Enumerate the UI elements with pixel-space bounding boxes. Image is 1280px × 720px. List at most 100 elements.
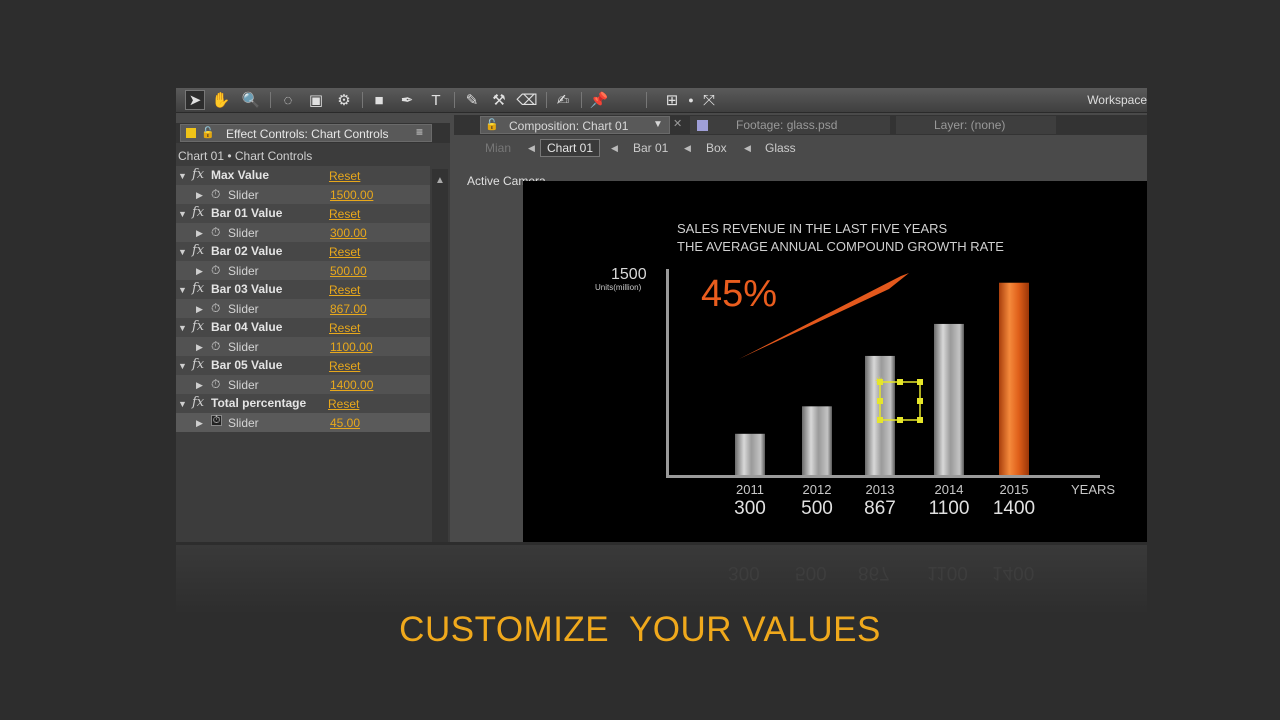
stopwatch-icon[interactable]: ⏱ [211, 187, 220, 202]
scroll-up-icon[interactable]: ▲ [435, 175, 445, 186]
expand-triangle-icon[interactable]: ▶ [196, 190, 203, 201]
reset-link[interactable]: Reset [329, 283, 360, 297]
camera-icon[interactable]: ▣ [306, 90, 326, 110]
effect-row-bar-01[interactable]: ▼ fx Bar 01 Value Reset [176, 204, 430, 223]
eraser-icon[interactable]: ⌫ [516, 90, 537, 110]
expand-triangle-icon[interactable]: ▶ [196, 304, 203, 315]
collapse-triangle-icon[interactable]: ▼ [178, 209, 187, 219]
selection-handle[interactable] [877, 417, 883, 423]
panel-menu-icon[interactable]: ≡ [416, 125, 423, 139]
fx-icon[interactable]: fx [192, 243, 204, 258]
puppet-pin-icon[interactable]: 📌 [589, 90, 609, 110]
breadcrumb-arrow-icon: ◀ [684, 143, 691, 153]
lock-icon[interactable]: 🔓 [201, 126, 215, 139]
slider-value[interactable]: 1100.00 [330, 340, 373, 354]
reset-link[interactable]: Reset [329, 245, 360, 259]
slider-value[interactable]: 500.00 [330, 264, 367, 278]
collapse-triangle-icon[interactable]: ▼ [178, 323, 187, 333]
slider-value[interactable]: 1500.00 [330, 188, 373, 202]
reset-link[interactable]: Reset [329, 207, 360, 221]
pen-icon[interactable]: ✒ [397, 90, 417, 110]
rectangle-icon[interactable]: ■ [369, 90, 389, 110]
clone-stamp-icon[interactable]: ⚒ [489, 90, 509, 110]
fx-icon[interactable]: fx [192, 205, 204, 220]
collapse-triangle-icon[interactable]: ▼ [178, 399, 187, 409]
tab-footage[interactable]: Footage: glass.psd [690, 116, 890, 134]
panel-scrollbar[interactable]: ▲ [432, 169, 448, 542]
reset-link[interactable]: Reset [329, 169, 360, 183]
slider-value[interactable]: 45.00 [330, 416, 360, 430]
dot-icon[interactable]: ● [681, 90, 701, 110]
selection-handle[interactable] [917, 379, 923, 385]
fx-icon[interactable]: fx [192, 357, 204, 372]
brush-icon[interactable]: ✎ [462, 90, 482, 110]
collapse-triangle-icon[interactable]: ▼ [178, 285, 187, 295]
hand-icon[interactable]: ✋ [211, 90, 231, 110]
fx-icon[interactable]: fx [192, 395, 204, 410]
stopwatch-icon[interactable]: ⏱ [211, 263, 220, 278]
collapse-triangle-icon[interactable]: ▼ [178, 171, 187, 181]
chevron-down-icon[interactable]: ▼ [653, 119, 663, 130]
close-icon[interactable]: ✕ [673, 117, 682, 130]
slider-value[interactable]: 867.00 [330, 302, 367, 316]
rotate-icon[interactable]: ◌ [278, 90, 298, 110]
tab-effect-controls[interactable]: 🔓 Effect Controls: Chart Controls [180, 124, 432, 142]
tab-layer[interactable]: Layer: (none) [896, 116, 1056, 134]
bar-2012[interactable] [802, 406, 832, 475]
reset-link[interactable]: Reset [329, 359, 360, 373]
selection-handle[interactable] [897, 417, 903, 423]
fx-icon[interactable]: fx [192, 167, 204, 182]
fx-icon[interactable]: fx [192, 319, 204, 334]
axis-icon[interactable]: ⤧ [699, 90, 719, 110]
workspace-label[interactable]: Workspace [1087, 93, 1147, 107]
breadcrumb-item[interactable]: Mian [485, 141, 511, 155]
slider-value[interactable]: 300.00 [330, 226, 367, 240]
composition-canvas[interactable]: SALES REVENUE IN THE LAST FIVE YEARS THE… [523, 181, 1147, 542]
stopwatch-icon[interactable]: ⏱ [211, 339, 220, 354]
stopwatch-keyframed-icon[interactable]: ⏱ [211, 415, 222, 426]
bar-2015[interactable] [999, 282, 1029, 475]
reset-link[interactable]: Reset [328, 397, 359, 411]
breadcrumb-item[interactable]: Glass [765, 141, 796, 155]
fx-icon[interactable]: fx [192, 281, 204, 296]
tab-composition[interactable]: 🔓 Composition: Chart 01 ▼ [480, 116, 670, 134]
stopwatch-icon[interactable]: ⏱ [211, 225, 220, 240]
selection-handle[interactable] [917, 417, 923, 423]
bar-2011[interactable] [735, 433, 765, 475]
expand-triangle-icon[interactable]: ▶ [196, 380, 203, 391]
expand-triangle-icon[interactable]: ▶ [196, 418, 203, 429]
breadcrumb-item[interactable]: Box [706, 141, 727, 155]
stopwatch-icon[interactable]: ⏱ [211, 377, 220, 392]
effect-row-bar-04[interactable]: ▼ fx Bar 04 Value Reset [176, 318, 430, 337]
effect-row-total-percentage[interactable]: ▼ fx Total percentage Reset [176, 394, 430, 413]
reset-link[interactable]: Reset [329, 321, 360, 335]
breadcrumb-item-active[interactable]: Chart 01 [540, 139, 601, 157]
anchor-point-icon[interactable]: ✳ [875, 376, 883, 387]
collapse-triangle-icon[interactable]: ▼ [178, 361, 187, 371]
zoom-icon[interactable]: 🔍 [241, 90, 261, 110]
effect-row-max-value[interactable]: ▼ fx Max Value Reset [176, 166, 430, 185]
roto-brush-icon[interactable]: ✍ [553, 90, 573, 110]
x-axis-label: YEARS [1071, 482, 1115, 497]
effect-name: Bar 05 Value [211, 358, 283, 372]
bar-2014[interactable] [934, 323, 964, 475]
selection-handle[interactable] [917, 398, 923, 404]
selection-handle[interactable] [897, 379, 903, 385]
type-icon[interactable]: T [426, 90, 446, 110]
pan-behind-icon[interactable]: ⚙ [334, 90, 354, 110]
breadcrumb-item[interactable]: Bar 01 [633, 141, 668, 155]
expand-triangle-icon[interactable]: ▶ [196, 342, 203, 353]
snap-icon[interactable]: ⊞ [662, 90, 682, 110]
collapse-triangle-icon[interactable]: ▼ [178, 247, 187, 257]
effect-row-bar-03[interactable]: ▼ fx Bar 03 Value Reset [176, 280, 430, 299]
expand-triangle-icon[interactable]: ▶ [196, 228, 203, 239]
effect-row-bar-05[interactable]: ▼ fx Bar 05 Value Reset [176, 356, 430, 375]
lock-icon[interactable]: 🔓 [485, 118, 499, 131]
effect-row-bar-02[interactable]: ▼ fx Bar 02 Value Reset [176, 242, 430, 261]
selection-handle[interactable] [877, 398, 883, 404]
selection-arrow-icon[interactable]: ➤ [185, 90, 205, 110]
x-tick-label: 2011 [736, 482, 764, 497]
expand-triangle-icon[interactable]: ▶ [196, 266, 203, 277]
slider-value[interactable]: 1400.00 [330, 378, 373, 392]
stopwatch-icon[interactable]: ⏱ [211, 301, 220, 316]
